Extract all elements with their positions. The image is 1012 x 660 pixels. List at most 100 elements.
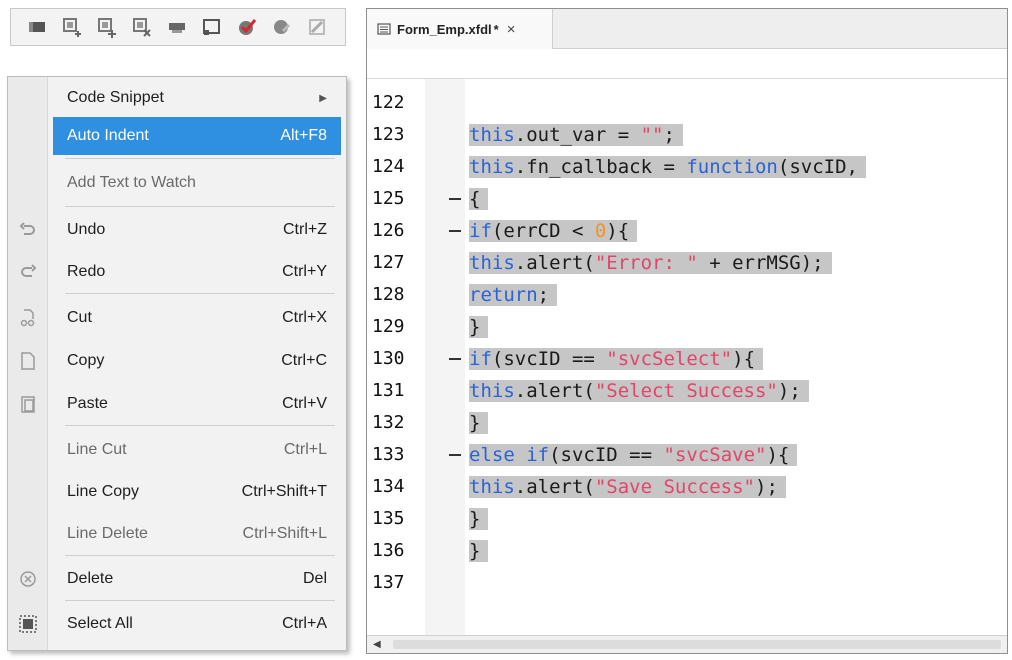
tab-close-icon[interactable]: × xyxy=(507,21,516,38)
menu-item-delete[interactable]: Delete Del xyxy=(53,560,341,598)
line-number: 137 xyxy=(372,572,405,593)
code-line[interactable]: else if(svcID == "svcSave"){ xyxy=(469,439,798,471)
code-token: } xyxy=(469,412,481,434)
code-line[interactable]: { xyxy=(469,183,489,215)
fold-collapse-icon[interactable] xyxy=(449,454,461,456)
scrollbar-track[interactable] xyxy=(393,640,1001,649)
code-token: ){ xyxy=(732,348,756,370)
context-menu: Code Snippet ▶ Auto Indent Alt+F8 Add Te… xyxy=(7,76,347,651)
tab-form-emp[interactable]: Form_Emp.xfdl * × xyxy=(367,9,553,49)
line-number: 131 xyxy=(372,380,405,401)
menu-item-line-copy[interactable]: Line Copy Ctrl+Shift+T xyxy=(53,473,341,511)
code-token: ); xyxy=(755,476,778,498)
menu-item-undo[interactable]: Undo Ctrl+Z xyxy=(53,211,341,249)
code-line[interactable]: } xyxy=(469,503,489,535)
fold-collapse-icon[interactable] xyxy=(449,358,461,360)
window-button[interactable] xyxy=(196,12,227,42)
menu-item-label: Line Cut xyxy=(67,441,127,458)
code-token: ){ xyxy=(606,220,630,242)
menu-item-shortcut: Ctrl+Shift+T xyxy=(241,483,327,500)
cut-icon xyxy=(16,306,40,330)
code-line[interactable]: } xyxy=(469,311,489,343)
horizontal-scrollbar[interactable]: ◀ xyxy=(367,635,1007,653)
breakpoint-add-all-icon xyxy=(97,18,116,38)
watch-button[interactable] xyxy=(161,12,192,42)
code-token: (svcID == xyxy=(491,348,607,370)
breakpoint-add-all-button[interactable] xyxy=(91,12,122,42)
menu-separator xyxy=(65,425,335,426)
menu-item-label: Cut xyxy=(67,309,92,326)
menu-item-redo[interactable]: Redo Ctrl+Y xyxy=(53,253,341,291)
code-line[interactable]: this.alert("Error: " + errMSG); xyxy=(469,247,832,279)
menu-item-shortcut: Ctrl+X xyxy=(282,309,327,326)
breakpoint-remove-button[interactable] xyxy=(126,12,157,42)
code-area[interactable]: this.out_var = ""; this.fn_callback = fun… xyxy=(469,79,1007,637)
line-number: 133 xyxy=(372,444,405,465)
line-number: 135 xyxy=(372,508,405,529)
code-token: "" xyxy=(640,124,664,146)
code-line-text: this.fn_callback = function(svcID, xyxy=(469,156,866,178)
menu-item-label: Copy xyxy=(67,352,105,369)
clear-button[interactable] xyxy=(266,12,297,42)
code-token: this xyxy=(469,124,515,146)
code-token: if xyxy=(469,220,492,242)
breakpoint-add-button[interactable] xyxy=(56,12,87,42)
comment-block-button[interactable] xyxy=(21,12,52,42)
code-line-text: this.alert("Save Success"); xyxy=(469,476,786,498)
code-line[interactable]: this.alert("Save Success"); xyxy=(469,471,786,503)
code-line[interactable]: if(svcID == "svcSelect"){ xyxy=(469,343,764,375)
code-line[interactable]: } xyxy=(469,407,489,439)
tab-modified-marker: * xyxy=(493,21,499,37)
menu-item-label: Code Snippet xyxy=(67,89,164,106)
code-line[interactable]: return; xyxy=(469,279,558,311)
code-line-text: if(svcID == "svcSelect"){ xyxy=(469,348,764,370)
menu-item-line-delete[interactable]: Line Delete Ctrl+Shift+L xyxy=(53,515,341,553)
validate-button[interactable] xyxy=(231,12,262,42)
fold-collapse-icon[interactable] xyxy=(449,230,461,232)
code-token: } xyxy=(469,316,481,338)
breakpoint-remove-icon xyxy=(132,18,151,37)
menu-item-add-text-to-watch[interactable]: Add Text to Watch xyxy=(53,164,341,202)
tab-filename: Form_Emp.xfdl xyxy=(397,21,492,37)
disabled-tool-button[interactable] xyxy=(301,12,332,42)
code-token: + errMSG); xyxy=(697,252,824,274)
paste-icon xyxy=(16,392,40,416)
window-icon xyxy=(202,19,220,35)
menu-item-label: Line Copy xyxy=(67,483,140,500)
editor-tab-bar: Form_Emp.xfdl * × xyxy=(367,9,1007,49)
line-number: 136 xyxy=(372,540,405,561)
menu-item-cut[interactable]: Cut Ctrl+X xyxy=(53,299,341,337)
editor-subbar xyxy=(367,49,1007,79)
line-number: 127 xyxy=(372,252,405,273)
code-token: 0 xyxy=(594,220,607,242)
menu-item-code-snippet[interactable]: Code Snippet ▶ xyxy=(53,79,341,117)
code-token: if xyxy=(526,444,550,466)
code-token: .out_var = xyxy=(514,124,641,146)
code-token: .alert( xyxy=(514,476,595,498)
menu-item-auto-indent[interactable]: Auto Indent Alt+F8 xyxy=(53,117,341,155)
code-line[interactable]: if(errCD < 0){ xyxy=(469,215,638,247)
code-token: this xyxy=(469,380,515,402)
code-line[interactable]: this.alert("Select Success"); xyxy=(469,375,809,407)
code-line-text: if(errCD < 0){ xyxy=(469,220,638,242)
editor-toolbar xyxy=(10,8,346,46)
menu-item-select-all[interactable]: Select All Ctrl+A xyxy=(53,605,341,643)
code-token: this xyxy=(469,476,515,498)
line-number: 124 xyxy=(372,156,405,177)
code-token: .fn_callback = xyxy=(514,156,687,178)
line-number-gutter: 122 123 124 125 126 127 128 129 130 131 132 133 134 1… xyxy=(367,79,425,637)
menu-separator xyxy=(65,555,335,556)
code-line-text: } xyxy=(469,540,489,562)
clear-icon xyxy=(273,20,290,34)
code-line[interactable]: } xyxy=(469,535,489,567)
menu-item-shortcut: Ctrl+Z xyxy=(283,221,327,238)
menu-item-copy[interactable]: Copy Ctrl+C xyxy=(53,342,341,380)
menu-item-paste[interactable]: Paste Ctrl+V xyxy=(53,385,341,423)
scroll-left-icon[interactable]: ◀ xyxy=(373,639,381,650)
code-line[interactable]: this.fn_callback = function(svcID, xyxy=(469,151,866,183)
fold-collapse-icon[interactable] xyxy=(449,198,461,200)
menu-item-shortcut: Ctrl+Y xyxy=(282,263,327,280)
menu-item-line-cut[interactable]: Line Cut Ctrl+L xyxy=(53,431,341,469)
code-line-text: } xyxy=(469,412,489,434)
code-line[interactable]: this.out_var = ""; xyxy=(469,119,683,151)
